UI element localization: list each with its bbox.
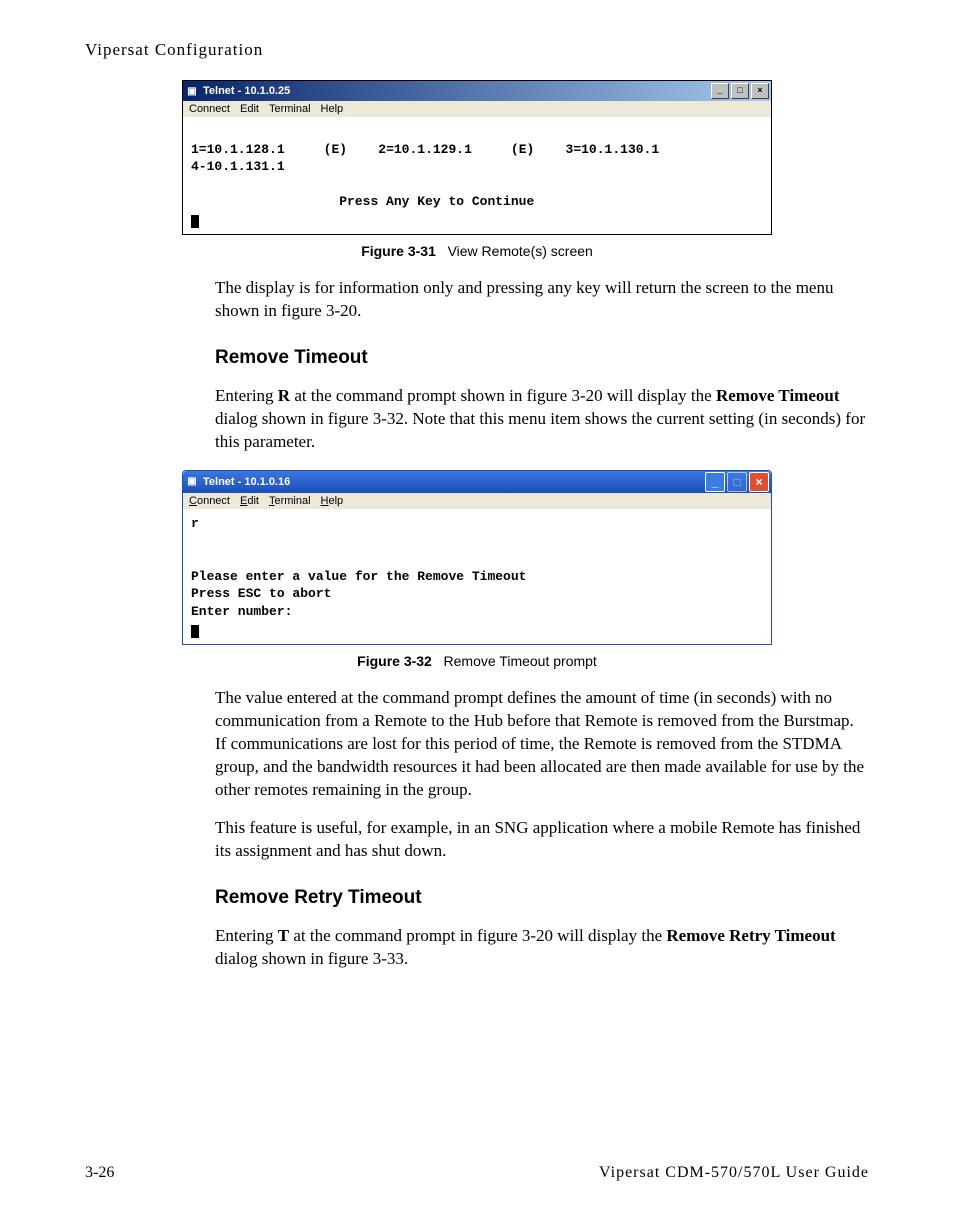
titlebar-1: ▣ Telnet - 10.1.0.25 _ □ × [183, 81, 771, 101]
menu-help[interactable]: Help [321, 495, 344, 507]
maximize-button[interactable]: □ [731, 83, 749, 99]
window-title-2: Telnet - 10.1.0.16 [203, 476, 705, 488]
page-footer: 3-26 Vipersat CDM-570/570L User Guide [85, 1164, 869, 1182]
t2-l3: Press ESC to abort [191, 586, 331, 601]
terminal-body-1: 1=10.1.128.1 (E) 2=10.1.129.1 (E) 3=10.1… [183, 117, 771, 234]
titlebar-2: ▣ Telnet - 10.1.0.16 _ □ × [183, 471, 771, 493]
paragraph-5: Entering T at the command prompt in figu… [215, 925, 869, 971]
section-heading-1: Remove Timeout [215, 347, 869, 369]
cursor-icon [191, 215, 199, 228]
figure-desc-1: View Remote(s) screen [448, 243, 593, 259]
minimize-button[interactable]: _ [705, 472, 725, 492]
t1-prompt: Press Any Key to Continue [339, 194, 534, 209]
page-header: Vipersat Configuration [85, 40, 869, 60]
window-buttons-1: _ □ × [711, 83, 769, 99]
window-title-1: Telnet - 10.1.0.25 [203, 85, 711, 97]
t1-ip3: 3=10.1.130.1 [566, 142, 660, 157]
close-button[interactable]: × [749, 472, 769, 492]
terminal-icon: ▣ [185, 84, 199, 98]
footer-guide-title: Vipersat CDM-570/570L User Guide [599, 1164, 869, 1182]
paragraph-2: Entering R at the command prompt shown i… [215, 385, 869, 454]
menu-terminal[interactable]: Terminal [269, 495, 311, 507]
p5a: Entering [215, 926, 278, 945]
minimize-button[interactable]: _ [711, 83, 729, 99]
terminal-window-1: ▣ Telnet - 10.1.0.25 _ □ × Connect Edit … [182, 80, 772, 235]
p5c: at the command prompt in figure 3-20 wil… [289, 926, 666, 945]
page-number: 3-26 [85, 1164, 114, 1182]
figure-desc-2: Remove Timeout prompt [444, 653, 597, 669]
close-button[interactable]: × [751, 83, 769, 99]
figure-label-1: Figure 3-31 [361, 243, 436, 259]
t1-ip4: 4-10.1.131.1 [191, 159, 285, 174]
menu-connect[interactable]: Connect [189, 495, 230, 507]
t2-l4: Enter number: [191, 604, 292, 619]
paragraph-1: The display is for information only and … [215, 277, 869, 323]
menubar-1: Connect Edit Terminal Help [183, 101, 771, 117]
figure-caption-1: Figure 3-31 View Remote(s) screen [85, 243, 869, 259]
terminal-window-2: ▣ Telnet - 10.1.0.16 _ □ × Connect Edit … [182, 470, 772, 645]
p5d: Remove Retry Timeout [666, 926, 835, 945]
terminal-icon: ▣ [185, 475, 199, 489]
figure-label-2: Figure 3-32 [357, 653, 432, 669]
t1-ip1: 1=10.1.128.1 [191, 142, 285, 157]
menubar-2: Connect Edit Terminal Help [183, 493, 771, 509]
p2b: R [278, 386, 290, 405]
menu-terminal[interactable]: Terminal [269, 103, 311, 115]
p5b: T [278, 926, 289, 945]
cursor-icon [191, 625, 199, 638]
t2-l1: r [191, 516, 199, 531]
paragraph-3: The value entered at the command prompt … [215, 687, 869, 802]
menu-help[interactable]: Help [321, 103, 344, 115]
menu-edit[interactable]: Edit [240, 103, 259, 115]
section-heading-2: Remove Retry Timeout [215, 887, 869, 909]
menu-connect[interactable]: Connect [189, 103, 230, 115]
terminal-body-2: r Please enter a value for the Remove Ti… [183, 509, 771, 644]
maximize-button[interactable]: □ [727, 472, 747, 492]
window-buttons-2: _ □ × [705, 472, 769, 492]
t1-e1: (E) [324, 142, 347, 157]
p2e: dialog shown in figure 3-32. Note that t… [215, 409, 865, 451]
t1-e2: (E) [511, 142, 534, 157]
figure-caption-2: Figure 3-32 Remove Timeout prompt [85, 653, 869, 669]
t1-ip2: 2=10.1.129.1 [378, 142, 472, 157]
p2a: Entering [215, 386, 278, 405]
paragraph-4: This feature is useful, for example, in … [215, 817, 869, 863]
p2c: at the command prompt shown in figure 3-… [290, 386, 716, 405]
menu-edit[interactable]: Edit [240, 495, 259, 507]
p5e: dialog shown in figure 3-33. [215, 949, 408, 968]
t2-l2: Please enter a value for the Remove Time… [191, 569, 526, 584]
p2d: Remove Timeout [716, 386, 840, 405]
